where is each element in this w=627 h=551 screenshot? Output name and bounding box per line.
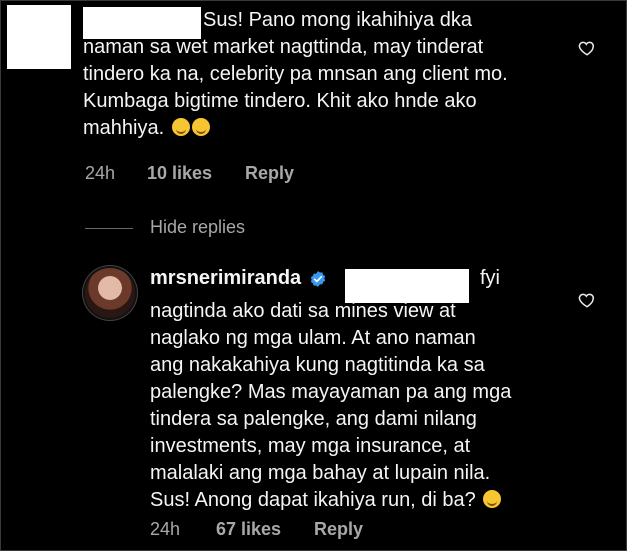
reply-first-line-tail: fyi — [480, 267, 500, 289]
reply-line: tindera sa palengke, ang dami nilang — [150, 408, 477, 430]
smiling-emoji — [483, 490, 502, 508]
redacted-avatar[interactable] — [7, 5, 71, 69]
sweat-smile-emoji — [170, 117, 210, 139]
reply-text: nagtinda ako dati sa mines view at nagla… — [150, 298, 570, 514]
likes-count[interactable]: 67 likes — [216, 519, 314, 540]
heart-icon[interactable] — [578, 291, 596, 309]
reply-meta: 24h 67 likes Reply — [150, 519, 363, 540]
heart-icon[interactable] — [578, 39, 596, 57]
likes-count[interactable]: 10 likes — [147, 163, 245, 184]
verified-badge-icon — [311, 270, 326, 287]
reply-button[interactable]: Reply — [314, 519, 363, 540]
reply-line: ang nakakahiya kung nagtitinda ka sa — [150, 354, 485, 376]
reply-line: malalaki ang mga bahay at lupain nila. — [150, 462, 491, 484]
thread-divider — [85, 228, 133, 229]
redacted-username[interactable] — [83, 7, 201, 39]
comment-line: Kumbaga bigtime tindero. Khit ako hnde a… — [83, 90, 477, 112]
reply-header: mrsnerimiranda — [150, 267, 327, 290]
comment-line: tindero ka na, celebrity pa mnsan ang cl… — [83, 63, 508, 85]
hide-replies-button[interactable]: Hide replies — [150, 217, 245, 238]
comment-time: 24h — [85, 163, 116, 183]
reply-line: Sus! Anong dapat ikahiya run, di ba? — [150, 489, 476, 511]
comment-line: Sus! Pano mong ikahihiya dka — [203, 9, 473, 31]
reply-button[interactable]: Reply — [245, 163, 294, 184]
reply-line-last: Sus! Anong dapat ikahiya run, di ba? — [150, 487, 570, 514]
comment-meta: 24h 10 likes Reply — [85, 163, 294, 184]
comment-line: mahhiya. — [83, 117, 165, 139]
avatar[interactable] — [85, 268, 135, 318]
comment-thread: Sus! Pano mong ikahihiya dka naman sa we… — [0, 0, 627, 551]
reply-line: naglako ng mga ulam. At ano naman — [150, 327, 476, 349]
username-link[interactable]: mrsnerimiranda — [150, 267, 301, 290]
reply-time: 24h — [150, 519, 181, 539]
reply-line: investments, may mga insurance, at — [150, 435, 471, 457]
reply-line: nagtinda ako dati sa mines view at — [150, 300, 456, 322]
comment-line: naman sa wet market nagttinda, may tinde… — [83, 36, 484, 58]
reply-line: palengke? Mas mayayaman pa ang mga — [150, 381, 512, 403]
